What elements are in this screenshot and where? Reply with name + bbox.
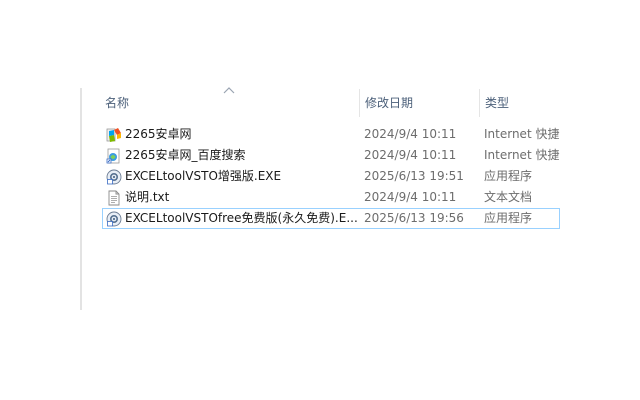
file-name: EXCELtoolVSTO增强版.EXE	[125, 169, 282, 183]
file-name: 说明.txt	[125, 190, 170, 204]
text-document-icon	[108, 190, 120, 206]
application-icon	[106, 169, 122, 185]
file-row[interactable]: EXCELtoolVSTO增强版.EXE 2025/6/13 19:51 应用程…	[102, 166, 560, 187]
file-type: 应用程序	[484, 169, 533, 183]
file-type: Internet 快捷方式	[484, 148, 560, 162]
file-row-selected[interactable]: EXCELtoolVSTOfree免费版(永久免费).E... 2025/6/1…	[102, 208, 560, 229]
file-row[interactable]: 2265安卓网 2024/9/4 10:11 Internet 快捷方式	[102, 124, 560, 145]
column-header-type[interactable]: 类型	[479, 89, 640, 117]
file-date-modified: 2025/6/13 19:51	[364, 169, 464, 183]
column-header-name[interactable]: 名称	[100, 89, 358, 117]
internet-shortcut-icon	[106, 128, 121, 142]
column-header-bar: 名称 修改日期 类型	[82, 89, 640, 117]
internet-shortcut-icon	[106, 148, 120, 164]
file-row[interactable]: 说明.txt 2024/9/4 10:11 文本文档	[102, 187, 560, 208]
file-type: Internet 快捷方式	[484, 127, 560, 141]
file-date-modified: 2024/9/4 10:11	[364, 127, 457, 141]
file-date-modified: 2024/9/4 10:11	[364, 148, 457, 162]
file-date-modified: 2025/6/13 19:56	[364, 211, 464, 225]
column-header-date-modified[interactable]: 修改日期	[359, 89, 479, 117]
file-row[interactable]: 2265安卓网_百度搜索 2024/9/4 10:11 Internet 快捷方…	[102, 145, 560, 166]
file-type: 应用程序	[484, 211, 533, 225]
file-list: 2265安卓网 2024/9/4 10:11 Internet 快捷方式 226…	[102, 124, 560, 229]
file-name: 2265安卓网	[125, 127, 192, 141]
file-date-modified: 2024/9/4 10:11	[364, 190, 457, 204]
file-type: 文本文档	[484, 190, 533, 204]
application-icon	[106, 211, 122, 227]
navigation-pane-divider	[80, 88, 82, 310]
file-name: 2265安卓网_百度搜索	[125, 148, 246, 162]
file-name: EXCELtoolVSTOfree免费版(永久免费).E...	[125, 211, 357, 225]
